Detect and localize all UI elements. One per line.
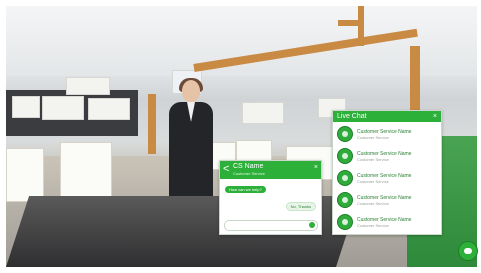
agent-role: Customer Service [357,178,389,184]
display-stand [6,148,44,202]
agent-list-item[interactable]: Customer Service Name Customer Service [337,170,439,186]
live-chat-header: Live Chat × [333,111,441,122]
back-icon[interactable]: < [223,164,229,175]
virtual-agent-avatar[interactable] [163,78,219,200]
user-icon [337,148,353,164]
agent-list-item[interactable]: Customer Service Name Customer Service [337,192,439,208]
send-icon[interactable] [309,222,315,228]
agent-list-item[interactable]: Customer Service Name Customer Service [337,214,439,230]
close-icon[interactable]: × [314,164,318,171]
display-panel [12,96,40,118]
wooden-pillar [358,6,364,46]
sign-board [66,77,110,95]
cs-chat-window: < CS Name Customer Service × How can we … [219,160,322,235]
wooden-pillar [148,94,156,154]
display-panel [42,96,84,120]
user-icon [337,214,353,230]
cs-chat-header: < CS Name Customer Service × [220,161,321,179]
agent-role: Customer Service [357,200,389,206]
display-panel [88,98,130,120]
live-chat-panel: Live Chat × Customer Service Name Custome… [332,110,442,235]
user-icon [337,170,353,186]
user-icon [337,126,353,142]
agent-role: Customer Service [357,222,389,228]
user-message-bubble: No, Thanks [285,202,316,211]
agent-role: Customer Service [357,134,389,140]
agent-head [182,80,200,102]
display-panel [242,102,284,124]
close-icon[interactable]: × [433,111,437,122]
agent-list-item[interactable]: Customer Service Name Customer Service [337,148,439,164]
live-chat-title: Live Chat [337,113,367,120]
ceiling [6,6,477,76]
agent-message-bubble: How can we help? [225,186,266,193]
cs-chat-subtitle: Customer Service [233,171,265,176]
agent-role: Customer Service [357,156,389,162]
display-stand [60,142,112,204]
cs-chat-title: CS Name [233,163,264,170]
agent-list-item[interactable]: Customer Service Name Customer Service [337,126,439,142]
user-icon [337,192,353,208]
chat-bubble-icon[interactable] [458,241,478,261]
message-input[interactable] [224,220,318,231]
